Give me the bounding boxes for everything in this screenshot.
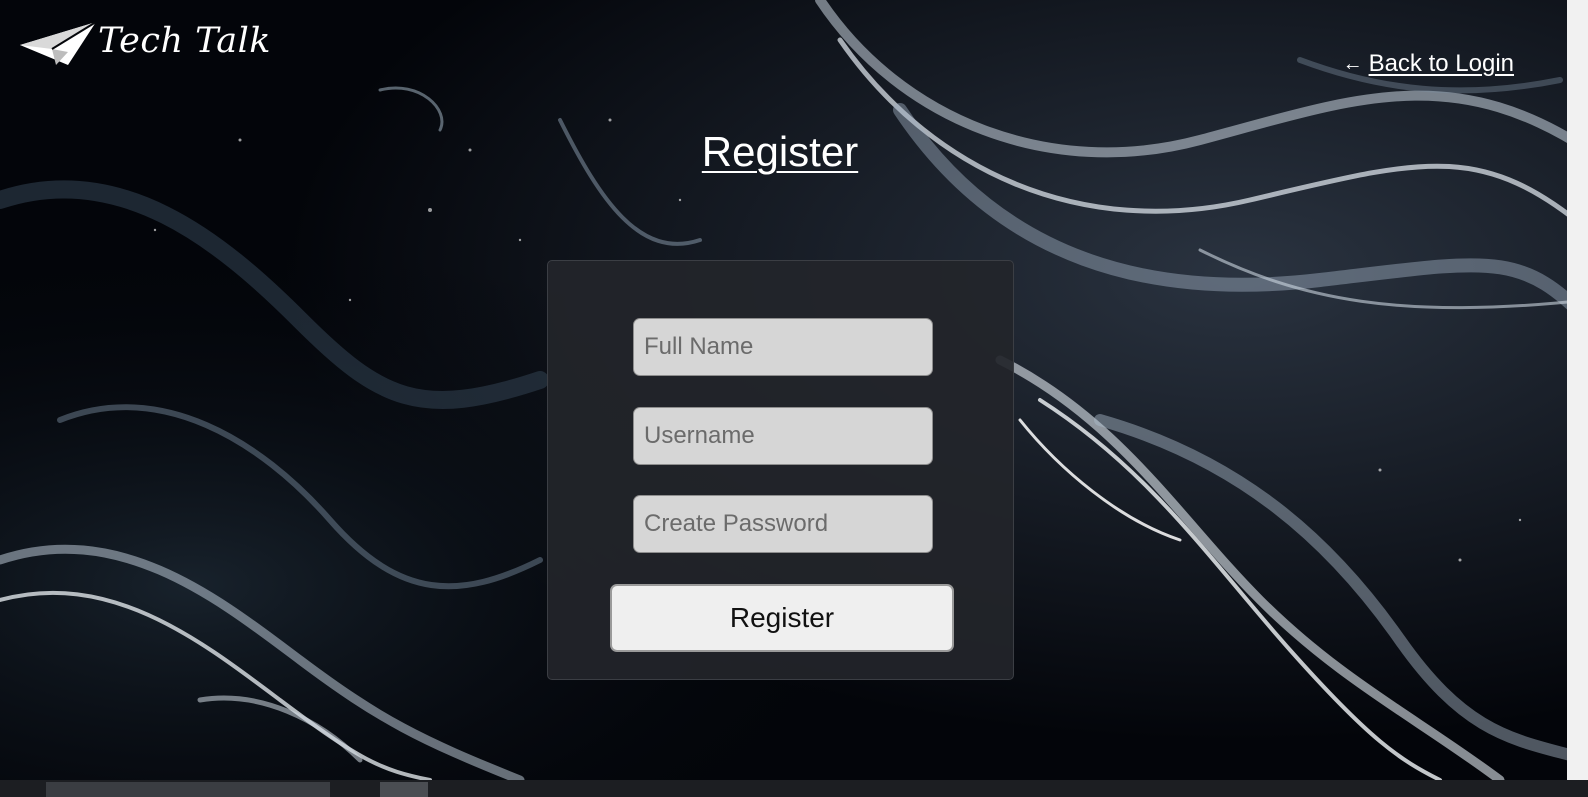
page-title: Register	[701, 128, 859, 175]
brand-name: Tech Talk	[98, 21, 272, 61]
taskbar-item[interactable]	[46, 782, 330, 797]
arrow-left-icon: ←	[1342, 52, 1363, 75]
taskbar-item[interactable]	[380, 782, 428, 797]
register-form-card: Register	[547, 260, 1014, 680]
register-button[interactable]: Register	[610, 584, 954, 652]
paper-plane-icon	[20, 21, 97, 65]
create-password-input[interactable]	[633, 495, 933, 553]
username-input[interactable]	[633, 407, 933, 465]
back-to-login-link[interactable]: ← Back to Login	[1343, 50, 1514, 78]
back-to-login-label[interactable]: Back to Login	[1369, 50, 1514, 78]
full-name-input[interactable]	[633, 318, 933, 376]
scrollbar[interactable]	[1567, 0, 1588, 780]
register-page: Tech Talk ← Back to Login Register Regis…	[0, 0, 1588, 797]
brand-logo-link[interactable]: Tech Talk	[18, 18, 271, 70]
taskbar-strip	[0, 780, 1588, 797]
